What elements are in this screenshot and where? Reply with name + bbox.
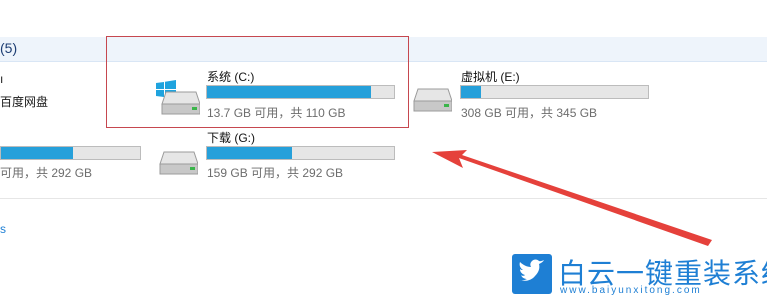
watermark: 白云一键重装系统 www.baiyunxitong.com (512, 252, 767, 300)
watermark-url: www.baiyunxitong.com (560, 285, 702, 296)
twitter-bird-icon (512, 254, 552, 294)
